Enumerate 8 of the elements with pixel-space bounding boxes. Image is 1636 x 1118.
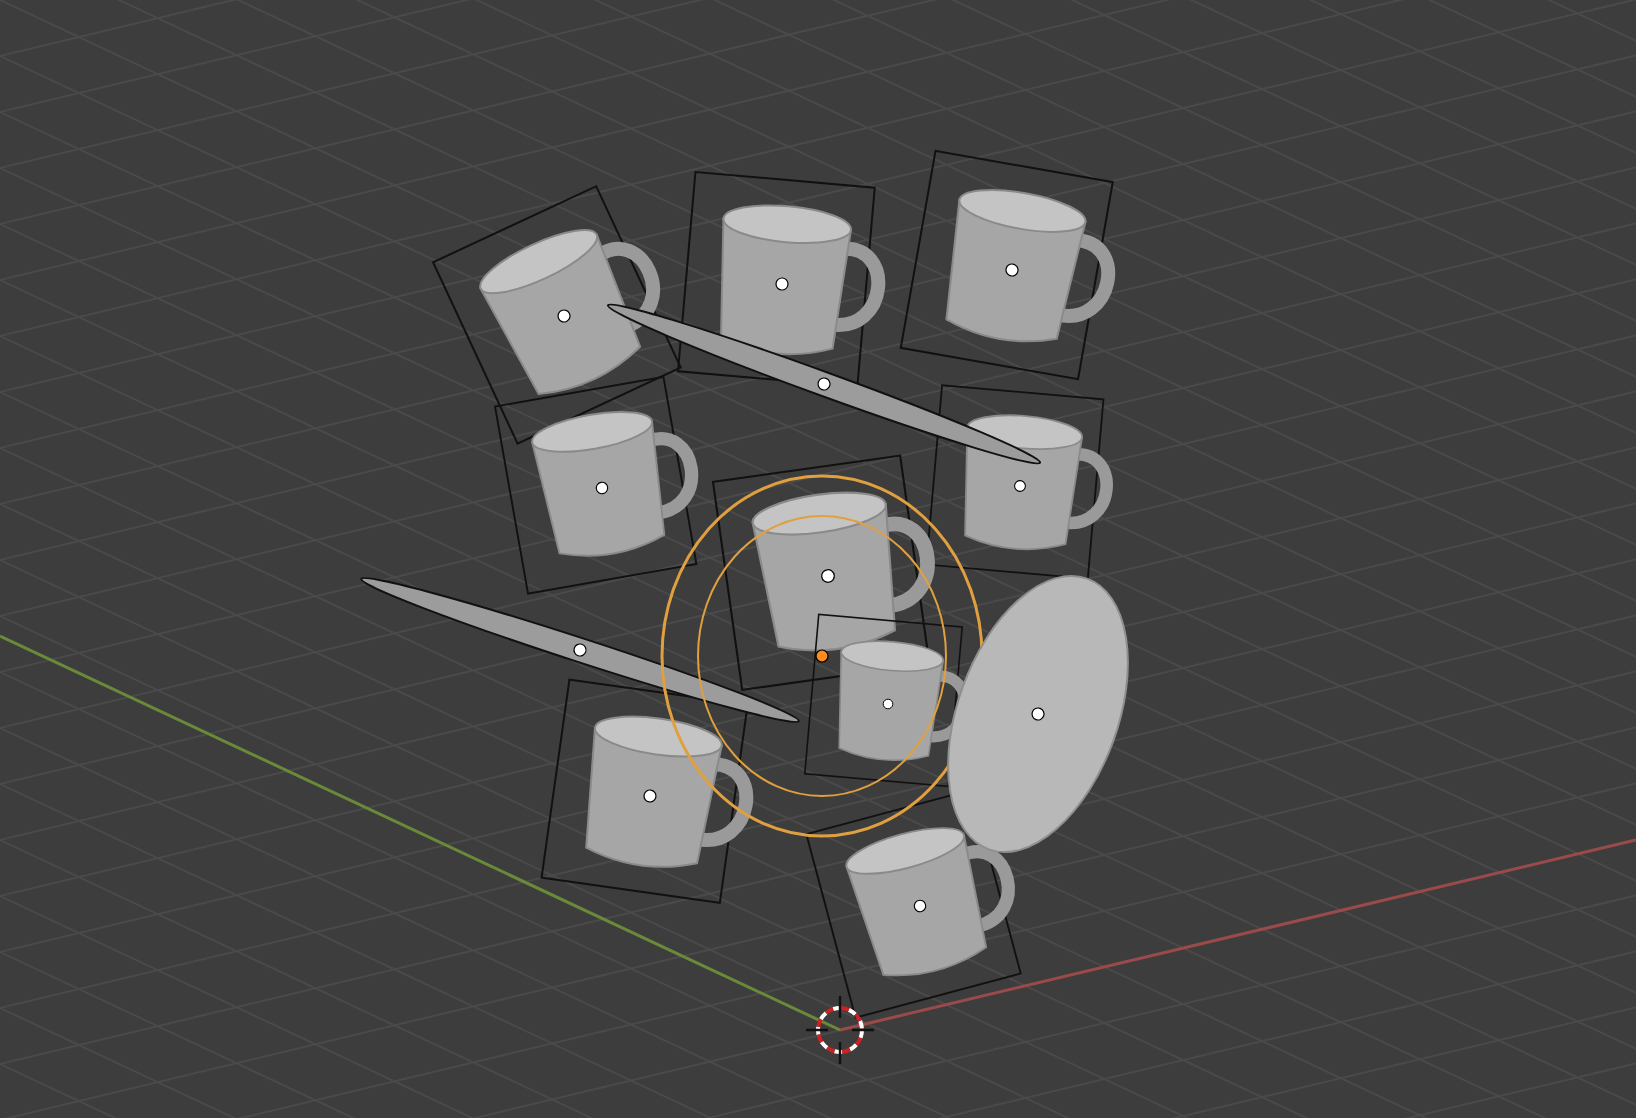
saucer-drawing[interactable] xyxy=(360,577,800,723)
saucer-drawing[interactable] xyxy=(947,575,1129,853)
3d-cursor-icon[interactable] xyxy=(804,994,876,1066)
cup-drawing[interactable] xyxy=(899,149,1116,381)
cup-drawing[interactable] xyxy=(540,678,754,904)
cup-drawing[interactable] xyxy=(493,375,699,595)
saucer-drawing[interactable] xyxy=(606,303,1042,465)
selection-outline[interactable] xyxy=(660,474,984,838)
